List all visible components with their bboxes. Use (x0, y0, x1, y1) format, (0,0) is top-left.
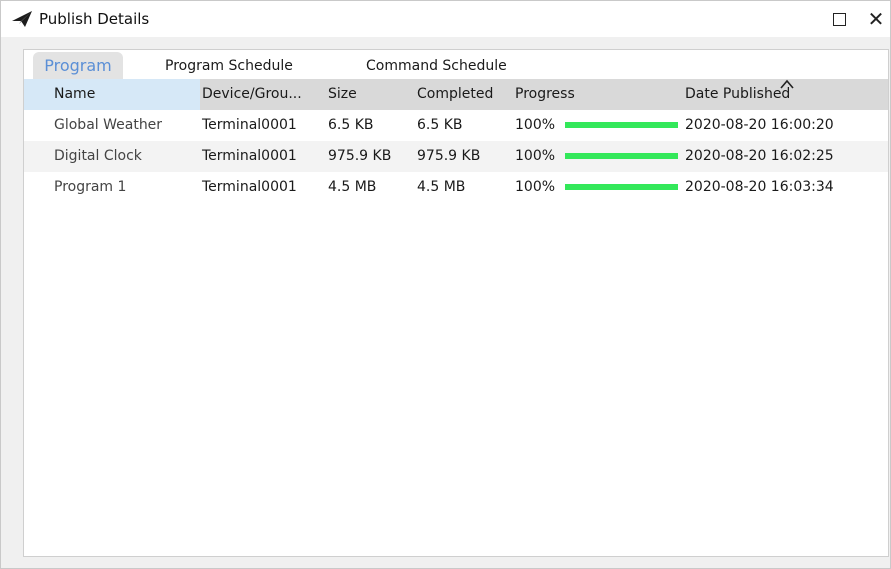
cell-progress-text: 100% (515, 179, 556, 195)
sort-ascending-icon (780, 79, 794, 89)
tab-program-schedule[interactable]: Program Schedule (165, 54, 293, 79)
cell-progress-text: 100% (515, 117, 556, 133)
table-row[interactable]: Program 1 Terminal0001 4.5 MB 4.5 MB 100… (24, 172, 888, 203)
cell-name: Program 1 (54, 179, 127, 195)
cell-date-published: 2020-08-20 16:00:20 (685, 117, 834, 133)
progress-bar (565, 184, 678, 190)
window-title: Publish Details (39, 10, 150, 28)
column-header-name[interactable]: Name (54, 79, 95, 110)
cell-date-published: 2020-08-20 16:03:34 (685, 179, 834, 195)
maximize-button[interactable] (819, 1, 859, 37)
column-header-device[interactable]: Device/Grou... (202, 79, 302, 110)
publish-panel: Program Program Schedule Command Schedul… (23, 49, 889, 557)
column-header-completed[interactable]: Completed (417, 79, 493, 110)
tab-command-schedule[interactable]: Command Schedule (366, 54, 507, 79)
table-row[interactable]: Digital Clock Terminal0001 975.9 KB 975.… (24, 141, 888, 172)
close-icon: ✕ (867, 7, 885, 31)
tab-program[interactable]: Program (33, 52, 123, 79)
cell-completed: 6.5 KB (417, 117, 463, 133)
column-header-progress[interactable]: Progress (515, 79, 575, 110)
progress-bar-fill (565, 122, 678, 128)
cell-name: Digital Clock (54, 148, 142, 164)
progress-bar-fill (565, 184, 678, 190)
publish-details-window: Publish Details ✕ Program Program Schedu… (0, 0, 891, 569)
name-header-highlight (24, 79, 200, 110)
cell-date-published: 2020-08-20 16:02:25 (685, 148, 834, 164)
progress-bar (565, 122, 678, 128)
table-header: Name Device/Grou... Size Completed Progr… (24, 79, 888, 110)
close-button[interactable]: ✕ (861, 1, 891, 37)
progress-bar-fill (565, 153, 678, 159)
table-row[interactable]: Global Weather Terminal0001 6.5 KB 6.5 K… (24, 110, 888, 141)
cell-size: 975.9 KB (328, 148, 392, 164)
cell-device: Terminal0001 (202, 117, 297, 133)
maximize-icon (832, 12, 846, 26)
column-header-size[interactable]: Size (328, 79, 357, 110)
title-bar[interactable]: Publish Details ✕ (1, 1, 890, 37)
cell-size: 6.5 KB (328, 117, 374, 133)
cell-completed: 975.9 KB (417, 148, 481, 164)
progress-bar (565, 153, 678, 159)
cell-progress-text: 100% (515, 148, 556, 164)
paper-plane-icon (12, 11, 32, 27)
cell-size: 4.5 MB (328, 179, 377, 195)
cell-name: Global Weather (54, 117, 163, 133)
tab-bar: Program Program Schedule Command Schedul… (24, 50, 888, 79)
cell-device: Terminal0001 (202, 148, 297, 164)
cell-completed: 4.5 MB (417, 179, 466, 195)
cell-device: Terminal0001 (202, 179, 297, 195)
column-header-date-published[interactable]: Date Published (685, 79, 790, 110)
